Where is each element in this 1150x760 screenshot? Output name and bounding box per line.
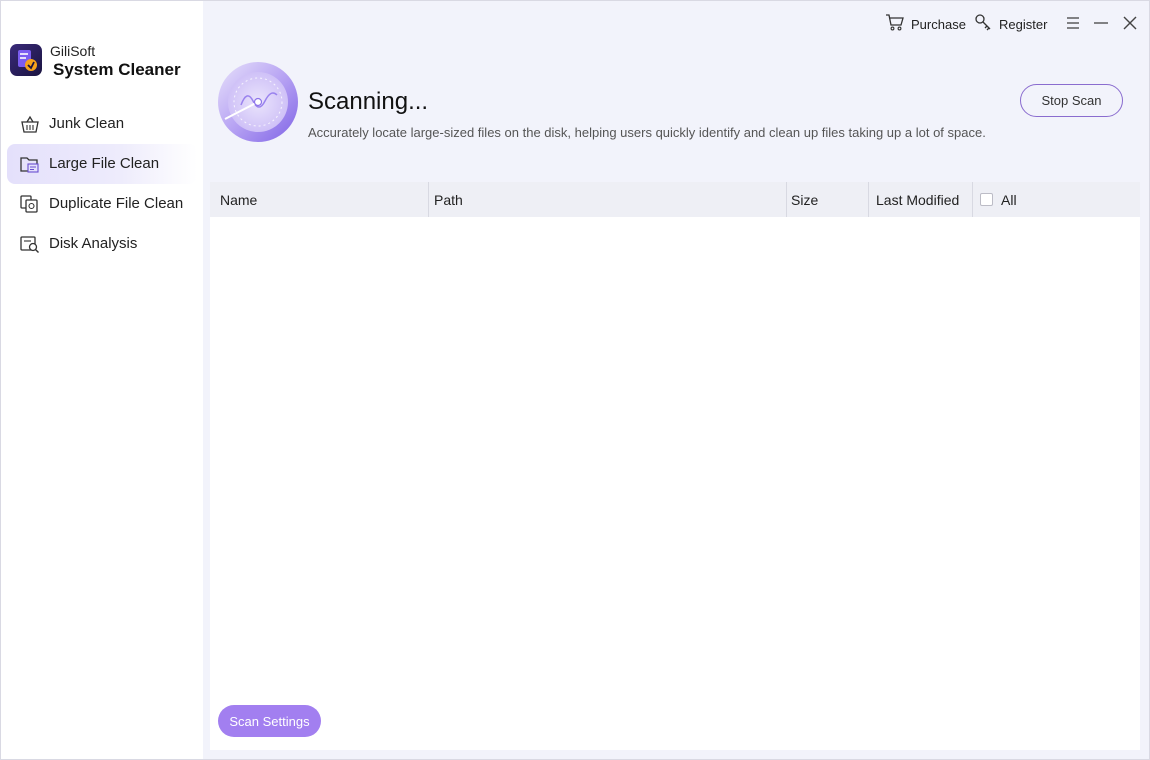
- sidebar-item-duplicate-file-clean[interactable]: Duplicate File Clean: [7, 184, 197, 224]
- purchase-button[interactable]: Purchase: [885, 13, 966, 36]
- duplicate-file-icon: [20, 195, 40, 213]
- column-header-last-modified[interactable]: Last Modified: [876, 182, 959, 217]
- select-all[interactable]: All: [980, 182, 1017, 217]
- stop-scan-button[interactable]: Stop Scan: [1020, 84, 1123, 117]
- menu-icon[interactable]: [1063, 13, 1083, 33]
- scan-radar-icon: [217, 61, 299, 143]
- brand-product: System Cleaner: [53, 60, 181, 79]
- column-header-size[interactable]: Size: [791, 182, 818, 217]
- column-header-path[interactable]: Path: [434, 182, 463, 217]
- sidebar-item-label: Junk Clean: [49, 115, 125, 132]
- purchase-label: Purchase: [911, 16, 966, 32]
- table-header: Name Path Size Last Modified All: [210, 182, 1140, 217]
- app-window: GiliSoft System Cleaner Junk Clean Large…: [0, 0, 1150, 760]
- file-table: Name Path Size Last Modified All Scan Se…: [210, 182, 1140, 750]
- main-panel: Purchase Register Scanning... Accurately…: [203, 1, 1149, 759]
- minimize-icon[interactable]: [1091, 13, 1111, 33]
- cart-icon: [885, 13, 905, 36]
- sidebar-item-large-file-clean[interactable]: Large File Clean: [7, 144, 197, 184]
- basket-icon: [20, 115, 40, 133]
- sidebar-item-junk-clean[interactable]: Junk Clean: [7, 104, 197, 144]
- register-button[interactable]: Register: [974, 13, 1048, 36]
- scan-description: Accurately locate large-sized files on t…: [308, 125, 986, 140]
- column-divider[interactable]: [428, 182, 429, 217]
- column-divider[interactable]: [972, 182, 973, 217]
- sidebar-item-disk-analysis[interactable]: Disk Analysis: [7, 224, 197, 264]
- column-divider[interactable]: [868, 182, 869, 217]
- register-label: Register: [999, 16, 1048, 32]
- close-icon[interactable]: [1120, 13, 1140, 33]
- large-file-icon: [20, 155, 40, 173]
- scan-settings-button[interactable]: Scan Settings: [218, 705, 321, 737]
- key-icon: [974, 13, 993, 36]
- sidebar-item-label: Large File Clean: [49, 155, 160, 172]
- select-all-checkbox[interactable]: [980, 193, 993, 206]
- brand: GiliSoft System Cleaner: [10, 43, 200, 83]
- scan-title: Scanning...: [308, 88, 429, 115]
- sidebar: GiliSoft System Cleaner Junk Clean Large…: [1, 1, 203, 759]
- sidebar-item-label: Disk Analysis: [49, 235, 138, 252]
- select-all-label: All: [1001, 191, 1017, 208]
- disk-analysis-icon: [20, 235, 40, 253]
- sidebar-item-label: Duplicate File Clean: [49, 195, 184, 212]
- app-logo-icon: [10, 44, 42, 76]
- column-divider[interactable]: [786, 182, 787, 217]
- brand-company: GiliSoft: [50, 43, 96, 59]
- column-header-name[interactable]: Name: [220, 182, 257, 217]
